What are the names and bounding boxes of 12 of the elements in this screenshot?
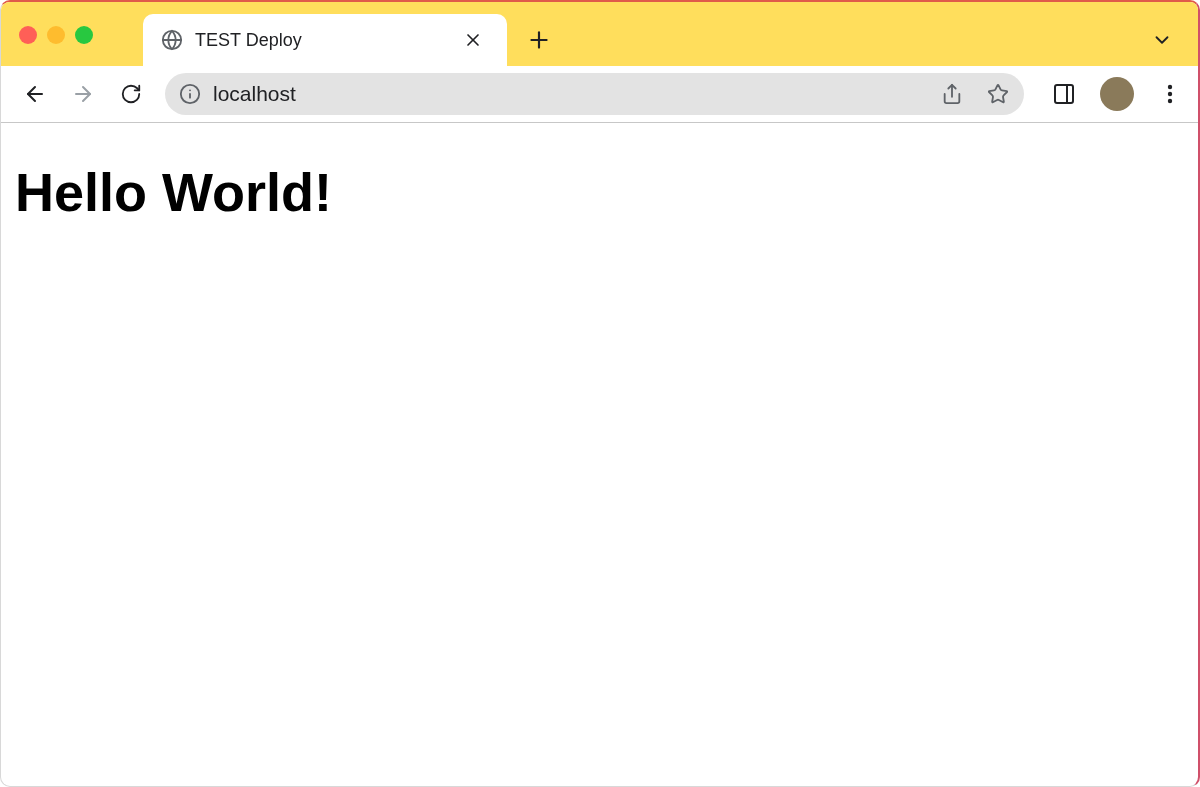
tab-title: TEST Deploy — [195, 29, 303, 51]
menu-icon — [1167, 84, 1173, 104]
info-icon — [179, 83, 201, 105]
page-heading: Hello World! — [15, 161, 333, 223]
star-icon — [987, 83, 1009, 105]
browser-tab[interactable]: TEST Deploy — [143, 14, 507, 66]
side-panel-icon — [1052, 82, 1076, 106]
share-icon — [941, 83, 963, 105]
address-bar[interactable]: localhost — [165, 73, 1024, 115]
avatar[interactable] — [1100, 77, 1134, 111]
reload-icon — [120, 83, 142, 105]
globe-icon — [161, 29, 183, 51]
